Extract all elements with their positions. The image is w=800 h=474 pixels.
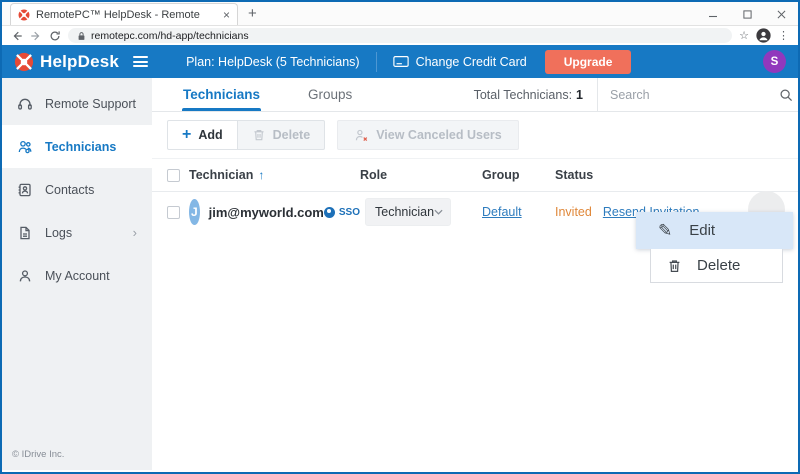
chevron-down-icon bbox=[434, 209, 443, 215]
plus-icon: + bbox=[182, 127, 191, 143]
search-input[interactable] bbox=[610, 88, 771, 102]
maximize-icon[interactable] bbox=[730, 2, 764, 26]
edit-label: Edit bbox=[689, 222, 715, 239]
technician-email: jim@myworld.com bbox=[209, 205, 324, 220]
search-box bbox=[598, 78, 798, 111]
app-header: HelpDesk Plan: HelpDesk (5 Technicians) … bbox=[2, 45, 798, 78]
hamburger-menu-icon[interactable] bbox=[133, 56, 148, 67]
sidebar-item-remote-support[interactable]: Remote Support bbox=[2, 82, 152, 125]
back-icon[interactable] bbox=[11, 30, 23, 42]
close-window-icon[interactable] bbox=[764, 2, 798, 26]
technician-avatar: J bbox=[189, 199, 200, 225]
person-icon bbox=[17, 268, 33, 284]
refresh-icon[interactable] bbox=[49, 30, 61, 42]
bookmark-star-icon[interactable]: ☆ bbox=[739, 29, 749, 42]
sso-badge: SSO bbox=[324, 207, 360, 218]
view-canceled-users-button[interactable]: View Canceled Users bbox=[337, 120, 519, 150]
delete-label: Delete bbox=[697, 257, 740, 274]
column-label: Technician bbox=[189, 168, 253, 182]
tab-technicians[interactable]: Technicians bbox=[182, 78, 261, 111]
total-technicians: Total Technicians: 1 bbox=[474, 78, 597, 111]
context-menu-item-edit[interactable]: ✎ Edit bbox=[636, 212, 793, 249]
sidebar-item-my-account[interactable]: My Account bbox=[2, 254, 152, 297]
lock-icon bbox=[77, 31, 86, 41]
forward-icon[interactable] bbox=[30, 30, 42, 42]
status-badge: Invited bbox=[555, 205, 592, 219]
toolbar: + Add Delete View Canceled Users bbox=[152, 112, 798, 158]
credit-card-icon bbox=[393, 55, 409, 68]
delete-label: Delete bbox=[273, 128, 311, 142]
total-value: 1 bbox=[576, 88, 583, 102]
change-credit-card-button[interactable]: Change Credit Card bbox=[393, 55, 527, 69]
row-checkbox[interactable] bbox=[167, 206, 180, 219]
upgrade-button[interactable]: Upgrade bbox=[545, 50, 632, 74]
logo-text: HelpDesk bbox=[40, 52, 119, 72]
column-status: Status bbox=[555, 168, 798, 182]
tab-groups[interactable]: Groups bbox=[307, 78, 353, 111]
address-bar[interactable]: remotepc.com/hd-app/technicians bbox=[68, 28, 732, 43]
sidebar-item-contacts[interactable]: Contacts bbox=[2, 168, 152, 211]
lifering-icon bbox=[14, 52, 34, 72]
sso-icon bbox=[324, 207, 335, 218]
role-dropdown[interactable]: Technician bbox=[365, 198, 451, 226]
trash-icon bbox=[252, 128, 266, 142]
favicon-helpdesk-icon bbox=[18, 9, 30, 21]
close-tab-icon[interactable]: × bbox=[223, 9, 230, 21]
logs-icon bbox=[17, 225, 33, 241]
browser-urlbar: remotepc.com/hd-app/technicians ☆ ⋮ bbox=[2, 26, 798, 45]
group-link[interactable]: Default bbox=[482, 205, 522, 219]
plan-label: Plan: HelpDesk (5 Technicians) bbox=[186, 55, 359, 69]
sso-label: SSO bbox=[339, 207, 360, 218]
contacts-icon bbox=[17, 182, 33, 198]
sidebar-item-label: Remote Support bbox=[45, 97, 136, 111]
user-avatar[interactable]: S bbox=[763, 50, 786, 73]
column-group: Group bbox=[482, 168, 555, 182]
sort-ascending-icon[interactable]: ↑ bbox=[258, 168, 264, 182]
delete-button[interactable]: Delete bbox=[238, 120, 326, 150]
url-text: remotepc.com/hd-app/technicians bbox=[91, 30, 249, 42]
sidebar-item-label: Contacts bbox=[45, 183, 94, 197]
copyright-label: © IDrive Inc. bbox=[12, 449, 64, 460]
add-label: Add bbox=[198, 128, 222, 142]
sidebar-item-label: Technicians bbox=[45, 140, 116, 154]
helpdesk-logo: HelpDesk bbox=[14, 52, 119, 72]
sidebar-item-logs[interactable]: Logs › bbox=[2, 211, 152, 254]
section-tabbar: Technicians Groups Total Technicians: 1 bbox=[152, 78, 798, 112]
column-label: Status bbox=[555, 168, 593, 182]
browser-tab[interactable]: RemotePC™ HelpDesk - Remote × bbox=[10, 3, 238, 25]
chevron-right-icon: › bbox=[133, 225, 137, 240]
sidebar-item-technicians[interactable]: Technicians bbox=[2, 125, 152, 168]
context-menu-item-delete[interactable]: Delete bbox=[650, 249, 783, 283]
profile-avatar-icon[interactable] bbox=[756, 28, 771, 43]
sidebar-item-label: My Account bbox=[45, 269, 110, 283]
search-icon[interactable] bbox=[779, 88, 793, 102]
headset-icon bbox=[17, 96, 33, 112]
view-canceled-label: View Canceled Users bbox=[376, 128, 502, 142]
column-technician[interactable]: Technician ↑ bbox=[189, 168, 360, 182]
column-role: Role bbox=[360, 168, 482, 182]
person-x-icon bbox=[354, 128, 369, 143]
browser-window: RemotePC™ HelpDesk - Remote × + remotepc… bbox=[0, 0, 800, 474]
edit-icon: ✎ bbox=[658, 221, 672, 241]
minimize-icon[interactable] bbox=[696, 2, 730, 26]
add-button[interactable]: + Add bbox=[167, 120, 238, 150]
tab-title: RemotePC™ HelpDesk - Remote bbox=[36, 9, 217, 21]
sidebar: Remote Support Technicians Contacts Logs… bbox=[2, 78, 152, 470]
browser-menu-icon[interactable]: ⋮ bbox=[778, 29, 789, 42]
header-divider bbox=[376, 52, 377, 72]
change-credit-card-label: Change Credit Card bbox=[416, 55, 527, 69]
browser-titlebar: RemotePC™ HelpDesk - Remote × + bbox=[2, 2, 798, 26]
column-label: Group bbox=[482, 168, 520, 182]
new-tab-icon[interactable]: + bbox=[248, 5, 257, 22]
trash-icon bbox=[667, 258, 682, 274]
role-value: Technician bbox=[375, 205, 434, 219]
total-label: Total Technicians: bbox=[474, 88, 572, 102]
column-label: Role bbox=[360, 168, 387, 182]
window-controls bbox=[696, 2, 798, 26]
select-all-checkbox[interactable] bbox=[167, 169, 180, 182]
technicians-icon bbox=[17, 139, 33, 155]
sidebar-item-label: Logs bbox=[45, 226, 72, 240]
table-header: Technician ↑ Role Group Status bbox=[152, 158, 798, 192]
